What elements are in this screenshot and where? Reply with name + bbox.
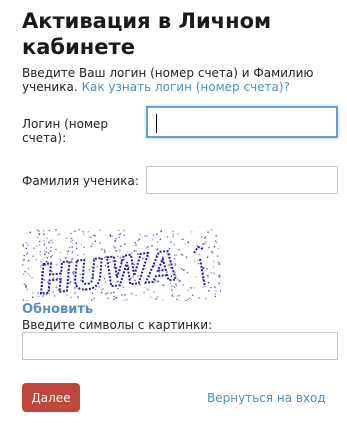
login-input[interactable] <box>146 106 338 138</box>
captcha-image: HUWA <box>22 229 221 301</box>
captcha-text: HUWA <box>36 243 180 301</box>
surname-input[interactable] <box>146 166 338 194</box>
surname-label: Фамилия ученика: <box>22 174 139 188</box>
login-label: Логин (номер счета): <box>22 117 109 145</box>
captcha-input[interactable] <box>22 332 338 360</box>
page-title: Активация в Личном кабинете <box>22 9 272 59</box>
back-to-login-link[interactable]: Вернуться на вход <box>207 391 326 405</box>
how-to-find-login-link[interactable]: Как узнать логин (номер счета)? <box>81 80 289 94</box>
refresh-captcha-link[interactable]: Обновить <box>22 302 93 317</box>
text-caret <box>156 114 157 133</box>
next-button[interactable]: Далее <box>22 383 80 412</box>
intro-text: Введите Ваш логин (номер счета) и Фамили… <box>22 66 342 94</box>
captcha-label: Введите символы с картинки: <box>22 318 213 332</box>
